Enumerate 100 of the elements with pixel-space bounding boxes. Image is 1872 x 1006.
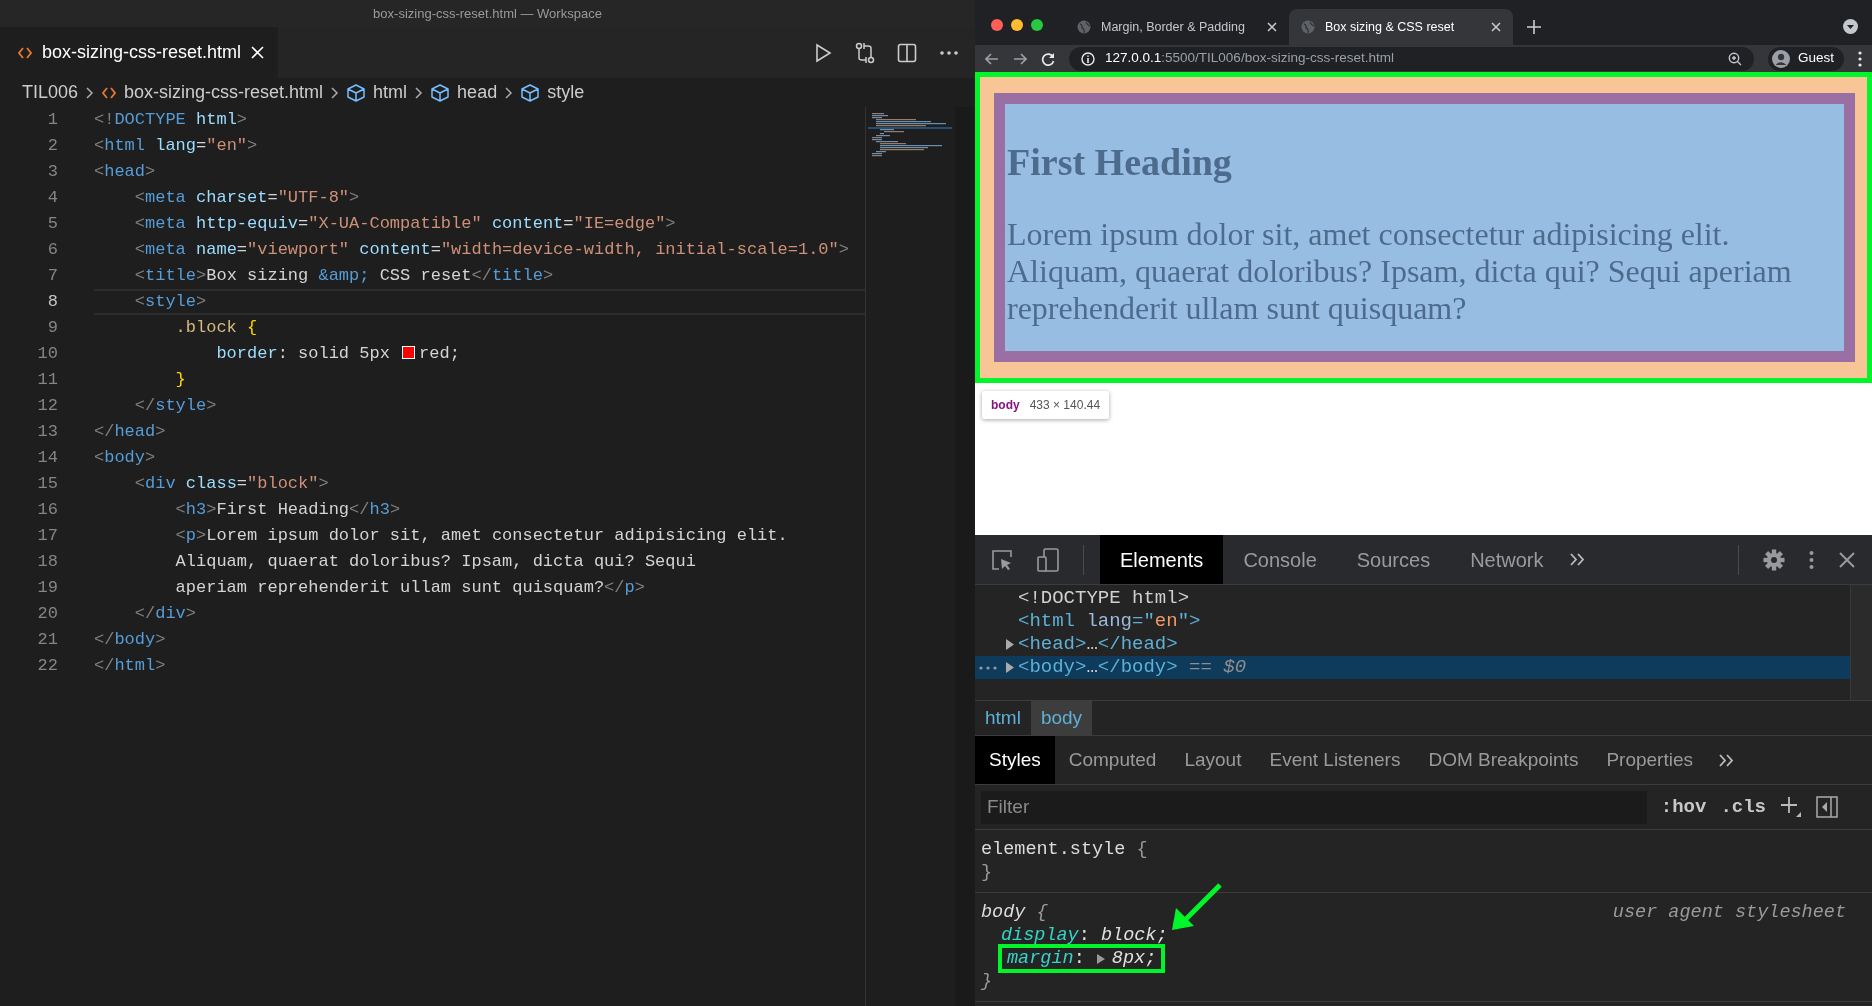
line-number: 7	[46, 265, 58, 287]
zoom-window-button[interactable]	[1031, 19, 1043, 31]
more-options-icon[interactable]	[1809, 549, 1814, 570]
run-icon[interactable]	[813, 42, 833, 63]
code-line: <style>	[94, 289, 865, 315]
close-icon[interactable]	[1491, 22, 1501, 32]
line-number: 13	[36, 421, 58, 443]
code-line: </style>	[133, 395, 218, 417]
line-number: 18	[36, 551, 58, 573]
compare-changes-icon[interactable]	[855, 41, 875, 64]
breadcrumb-item[interactable]: head	[457, 79, 498, 106]
globe-icon	[1077, 20, 1091, 34]
breadcrumb-item[interactable]: box-sizing-css-reset.html	[124, 79, 324, 106]
devtools-tab[interactable]: Network	[1450, 535, 1564, 584]
code-line: <meta http-equiv="X-UA-Compatible" content="IE=edge">	[133, 213, 677, 235]
expand-triangle-icon[interactable]	[1095, 952, 1106, 965]
code-line: <html lang="en">	[94, 135, 259, 157]
css-declaration[interactable]: display: block;	[981, 924, 1168, 947]
dom-node[interactable]: <body>…</body> == $0	[1018, 656, 1247, 679]
pane-tab[interactable]: Computed	[1054, 736, 1171, 784]
breadcrumb-item[interactable]: style	[547, 79, 585, 106]
more-tabs-icon[interactable]	[1719, 753, 1733, 767]
line-number: 14	[36, 447, 58, 469]
dom-node[interactable]: <!DOCTYPE html>	[1018, 587, 1190, 610]
hov-button[interactable]: :hov	[1660, 792, 1707, 822]
menu-icon[interactable]	[1858, 50, 1862, 67]
code-line: <body>	[94, 447, 157, 469]
code-line: <p>Lorem ipsum dolor sit, amet consectetur adipisicing elit.	[174, 525, 789, 547]
new-tab-icon[interactable]	[1527, 20, 1541, 34]
browser-tab[interactable]: Margin, Border & Padding	[1065, 9, 1289, 45]
reload-icon[interactable]	[1041, 51, 1055, 66]
closing-brace: }	[981, 970, 994, 993]
pane-tab[interactable]: DOM Breakpoints	[1414, 736, 1593, 784]
dom-row[interactable]: <body>…</body> == $0	[975, 656, 1850, 679]
code-line: <meta name="viewport" content="width=device-width, initial-scale=1.0">	[133, 239, 850, 261]
info-icon	[1081, 51, 1095, 66]
code-line: <div class="block">	[133, 473, 330, 495]
code-line: .block {	[174, 317, 259, 339]
page-heading: First Heading	[1007, 140, 1233, 185]
device-toolbar-icon[interactable]	[1037, 547, 1059, 572]
code-line: <title>Box sizing &amp; CSS reset</title>	[133, 265, 555, 287]
node-breadcrumb[interactable]: html	[975, 701, 1031, 735]
devtools-tab[interactable]: Elements	[1100, 535, 1224, 584]
element-tooltip: body 433 × 140.44	[982, 390, 1110, 419]
chevron-icon	[415, 86, 424, 99]
more-icon[interactable]	[939, 49, 959, 56]
inspect-icon[interactable]	[991, 548, 1013, 571]
dom-row[interactable]: <!DOCTYPE html>	[975, 587, 1850, 610]
new-rule-icon[interactable]	[1780, 796, 1802, 818]
line-number: 2	[46, 135, 58, 157]
code-file-icon	[102, 86, 117, 99]
code-line: border: solid 5px red;	[215, 343, 461, 365]
editor-tab[interactable]: box-sizing-css-reset.html	[0, 27, 279, 78]
dom-node[interactable]: <html lang="en">	[1018, 610, 1201, 633]
page-paragraph: Lorem ipsum dolor sit, amet consectetur adipisicing elit. Aliquam, quaerat doloribus? Ipsam, dicta qui? Sequi aperiam reprehenderit ullam sunt quisquam?	[1007, 215, 1793, 327]
css-declaration[interactable]: margin: 8px;	[1001, 947, 1163, 970]
cube-icon	[521, 83, 540, 102]
close-icon[interactable]	[1267, 22, 1277, 32]
stylesheet-source[interactable]: user agent stylesheet	[1612, 901, 1846, 924]
more-tabs-icon[interactable]	[1569, 553, 1584, 566]
close-window-button[interactable]	[991, 19, 1003, 31]
pane-tab[interactable]: Event Listeners	[1255, 736, 1415, 784]
code-line: </div>	[133, 603, 198, 625]
settings-icon[interactable]	[1763, 548, 1785, 571]
node-breadcrumb[interactable]: body	[1030, 701, 1093, 735]
line-number: 21	[36, 629, 58, 651]
browser-tab[interactable]: Box sizing & CSS reset	[1289, 9, 1513, 45]
pane-tab[interactable]: Styles	[975, 736, 1055, 784]
pane-tab[interactable]: Layout	[1170, 736, 1256, 784]
line-number: 1	[46, 109, 58, 131]
forward-icon[interactable]	[1013, 52, 1027, 65]
devtools-tab[interactable]: Sources	[1336, 535, 1451, 584]
code-line: </html>	[94, 655, 167, 677]
zoom-icon[interactable]	[1727, 51, 1742, 66]
pane-tab[interactable]: Properties	[1592, 736, 1707, 784]
line-number: 3	[46, 161, 58, 183]
expand-triangle-icon[interactable]	[1003, 661, 1016, 674]
devtools-tab[interactable]: Console	[1223, 535, 1337, 584]
chevron-icon	[331, 86, 340, 99]
breadcrumb-item[interactable]: html	[373, 79, 408, 106]
line-number: 4	[46, 187, 58, 209]
tab-search-icon[interactable]	[1843, 19, 1858, 34]
ellipsis-icon[interactable]	[979, 665, 997, 670]
filter-field[interactable]: Filter	[981, 790, 1647, 824]
line-number: 8	[46, 291, 58, 313]
dom-row[interactable]: <head>…</head>	[975, 633, 1850, 656]
split-editor-icon[interactable]	[897, 42, 917, 63]
breadcrumb-item[interactable]: TIL006	[22, 79, 79, 106]
address-bar[interactable]: 127.0.0.1:5500/TIL006/box-sizing-css-reset.html	[1069, 46, 1754, 71]
minimize-window-button[interactable]	[1011, 19, 1023, 31]
closing-brace: }	[981, 861, 994, 884]
cls-button[interactable]: .cls	[1720, 792, 1766, 822]
back-icon[interactable]	[985, 52, 999, 65]
chevron-icon	[86, 86, 95, 99]
dom-node[interactable]: <head>…</head>	[1018, 633, 1178, 656]
code-line: }	[174, 369, 187, 391]
profile-button[interactable]: Guest	[1767, 46, 1844, 71]
sidebar-toggle-icon[interactable]	[1816, 796, 1838, 818]
expand-triangle-icon[interactable]	[1003, 638, 1016, 651]
dom-row[interactable]: <html lang="en">	[975, 610, 1850, 633]
